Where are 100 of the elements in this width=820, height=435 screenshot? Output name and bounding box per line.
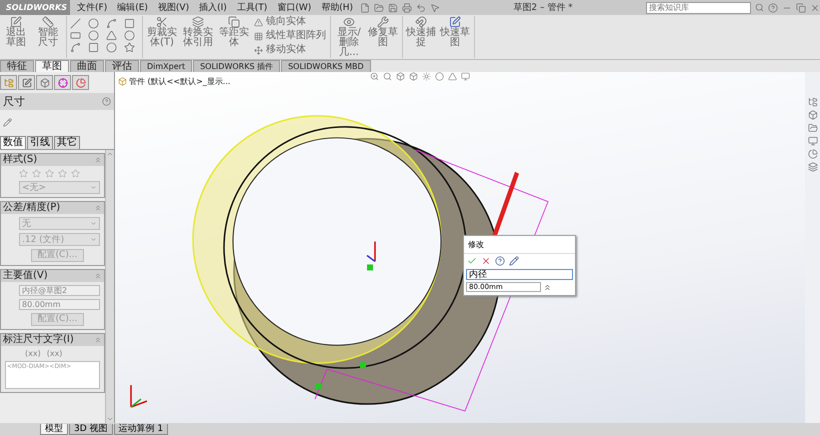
view-tool-icon xyxy=(422,72,431,81)
warning-triangle-icon xyxy=(254,18,263,26)
collapse-icon xyxy=(94,204,102,212)
panel-tab-icon[interactable] xyxy=(72,75,89,90)
task-pane-icon xyxy=(808,136,818,146)
view-tab[interactable]: 运动算例 1 xyxy=(114,424,168,435)
view-tab[interactable]: 3D 视图 xyxy=(69,424,113,435)
close-icon xyxy=(481,256,491,266)
part-icon xyxy=(118,77,127,86)
star-icon xyxy=(71,169,80,178)
folder-icon xyxy=(374,2,384,12)
ribbon-button[interactable]: 等距实体 xyxy=(218,16,250,48)
panel-tab-icon[interactable] xyxy=(36,75,53,90)
panel-tab-icon[interactable] xyxy=(0,75,17,90)
task-pane-icon xyxy=(808,97,818,107)
caret-icon xyxy=(90,220,97,227)
scissors-icon xyxy=(156,16,168,28)
pointer-icon xyxy=(430,2,440,12)
star-icon xyxy=(58,169,67,178)
scroll-down-icon xyxy=(106,415,114,423)
command-tab[interactable]: SOLIDWORKS MBD xyxy=(281,60,371,72)
undo-icon xyxy=(416,2,426,12)
search-field[interactable]: 搜索知识库 xyxy=(646,2,751,14)
ribbon-button[interactable]: 剪裁实体(T) xyxy=(146,16,178,48)
help-icon xyxy=(495,256,505,266)
star-icon xyxy=(19,169,28,178)
menu-item[interactable]: 窗口(W) xyxy=(274,1,314,14)
menu-item[interactable]: 文件(F) xyxy=(74,1,110,14)
pencil-icon xyxy=(509,256,519,266)
view-tool-icon xyxy=(396,72,405,81)
ruler-icon xyxy=(42,16,54,28)
view-tool-icon xyxy=(461,72,470,81)
offset-icon xyxy=(228,16,240,28)
ribbon-button[interactable]: 修复草图 xyxy=(368,16,398,48)
sketch-icon xyxy=(449,16,461,28)
view-tool-icon xyxy=(383,72,392,81)
panel-title: 尺寸 xyxy=(3,94,25,109)
menu-item[interactable]: 帮助(H) xyxy=(318,1,356,14)
ribbon-button[interactable]: 退出草图 xyxy=(2,16,30,48)
move-icon xyxy=(254,46,263,54)
help-icon xyxy=(102,97,111,106)
magnet-icon xyxy=(415,16,427,28)
star-icon xyxy=(32,169,41,178)
wrench-icon xyxy=(377,16,389,28)
star-icon xyxy=(45,169,54,178)
ribbon-button[interactable]: 镜向实体 xyxy=(254,16,326,28)
restore-icon xyxy=(796,2,806,12)
check-icon xyxy=(467,256,477,266)
app-logo: SOLIDWORKS xyxy=(0,0,70,15)
panel-tab[interactable]: 数值 xyxy=(0,136,26,149)
search-icon xyxy=(755,3,764,12)
task-pane-icon xyxy=(808,149,818,159)
sketch-point-icon xyxy=(360,362,366,368)
layers-icon xyxy=(192,16,204,28)
tree-item[interactable]: 管件 (默认<<默认>_显示... xyxy=(129,76,230,87)
collapse-icon xyxy=(94,336,102,344)
panel-tab[interactable]: 其它 xyxy=(54,136,80,149)
menu-item[interactable]: 插入(I) xyxy=(196,1,230,14)
task-pane-icon xyxy=(808,162,818,172)
pencil-icon xyxy=(3,118,12,127)
ribbon-button[interactable]: 快速捕捉 xyxy=(406,16,436,48)
menu-item[interactable]: 视图(V) xyxy=(154,1,192,14)
command-tab[interactable]: 特征 xyxy=(0,60,34,72)
command-tab[interactable]: 评估 xyxy=(105,60,139,72)
new-file-icon xyxy=(360,2,370,12)
sketch-icon xyxy=(10,16,22,28)
save-icon xyxy=(388,2,398,12)
close-icon xyxy=(810,2,820,12)
dialog-title: 修改 xyxy=(464,236,575,254)
ribbon-button[interactable]: 智能尺寸 xyxy=(34,16,62,48)
window-title: 草图2 – 管件 * xyxy=(512,2,574,14)
menu-item[interactable]: 编辑(E) xyxy=(114,1,151,14)
command-tab[interactable]: SOLIDWORKS 插件 xyxy=(193,60,280,72)
command-tab[interactable]: 草图 xyxy=(35,60,69,72)
command-tab[interactable]: DimXpert xyxy=(140,60,192,72)
command-tab[interactable]: 曲面 xyxy=(70,60,104,72)
scrollbar[interactable] xyxy=(105,150,114,423)
panel-tab-icon[interactable] xyxy=(18,75,35,90)
caret-icon xyxy=(90,184,97,191)
view-tab[interactable]: 模型 xyxy=(40,424,68,435)
origin-icon xyxy=(366,242,376,262)
grid-icon xyxy=(254,32,263,40)
caret-icon xyxy=(90,236,97,243)
task-pane-icon xyxy=(808,110,818,120)
ribbon-button[interactable]: 转换实体引用 xyxy=(182,16,214,48)
view-tool-icon xyxy=(409,72,418,81)
scroll-up-icon xyxy=(106,150,114,158)
menu-item[interactable]: 工具(T) xyxy=(234,1,270,14)
help-icon xyxy=(768,2,778,12)
spinner-icon xyxy=(543,282,552,292)
view-tool-icon xyxy=(370,72,379,81)
print-icon xyxy=(402,2,412,12)
ribbon-button[interactable]: 线性草图阵列 xyxy=(254,30,326,42)
axis-triad-icon xyxy=(130,385,148,408)
eye-icon xyxy=(343,16,355,28)
panel-tab[interactable]: 引线 xyxy=(27,136,53,149)
ribbon-button[interactable]: 移动实体 xyxy=(254,44,326,56)
panel-tab-icon[interactable] xyxy=(54,75,71,90)
ribbon-button[interactable]: 快速草图 xyxy=(440,16,470,48)
ribbon-button[interactable]: 显示/删除几... xyxy=(334,16,364,58)
